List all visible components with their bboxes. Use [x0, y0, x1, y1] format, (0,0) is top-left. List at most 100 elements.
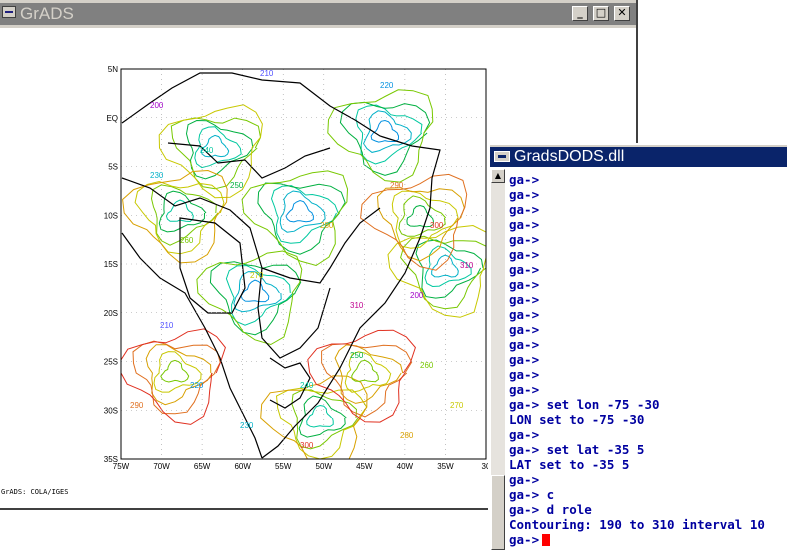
contour-label: 220	[380, 81, 394, 90]
contour-label: 230	[150, 171, 164, 180]
console-line: ga->	[509, 367, 540, 382]
contour-line	[160, 359, 190, 383]
console-line: ga->	[509, 382, 540, 397]
contour-label: 280	[400, 431, 414, 440]
window-icon[interactable]	[2, 6, 16, 18]
console-line: ga->	[509, 292, 540, 307]
x-tick-label: 40W	[397, 462, 414, 471]
contour-label: 260	[420, 361, 434, 370]
console-line: ga->	[509, 277, 540, 292]
minimize-button[interactable]: _	[572, 6, 588, 21]
contour-line	[158, 190, 207, 233]
console-line: LAT set to -35 5	[509, 457, 630, 472]
console-line: ga->	[509, 307, 540, 322]
contour-label: 260	[180, 236, 194, 245]
contour-label: 290	[130, 401, 144, 410]
x-tick-label: 35W	[437, 462, 454, 471]
x-tick-label: 55W	[275, 462, 292, 471]
contour-label: 280	[320, 221, 334, 230]
console-output[interactable]: ga-> ga-> ga-> ga-> ga-> ga-> ga-> ga-> ga-> ga->…	[509, 172, 787, 547]
scroll-up-arrow-icon[interactable]: ▲	[491, 169, 505, 183]
console-line: ga-> set lon -75 -30	[509, 397, 660, 412]
contour-label: 240	[300, 381, 314, 390]
x-tick-label: 50W	[316, 462, 333, 471]
grads-title-bar[interactable]: GrADS _ □ ✕	[0, 3, 636, 25]
contour-label: 200	[410, 291, 424, 300]
console-line: ga-> set lat -35 5	[509, 442, 645, 457]
contour-line	[306, 404, 334, 428]
console-line: ga->	[509, 217, 540, 232]
contour-line	[351, 359, 379, 383]
console-window: GradsDODS.dll ▲ ga-> ga-> ga-> ga-> ga-> ga->…	[488, 143, 787, 550]
contour-line	[370, 119, 400, 143]
contour-line	[363, 110, 412, 153]
console-body[interactable]: ▲ ga-> ga-> ga-> ga-> ga-> ga-> ga-> ga-> ga-> ga…	[490, 167, 787, 550]
console-line: ga->	[509, 232, 540, 247]
console-line: ga->	[509, 262, 540, 277]
x-tick-label: 65W	[194, 462, 211, 471]
contour-label: 270	[250, 271, 264, 280]
contour-line	[145, 344, 213, 406]
contour-line	[360, 173, 468, 271]
contour-label: 200	[150, 101, 164, 110]
contour-label: 300	[300, 441, 314, 450]
y-tick-label: 30S	[104, 406, 118, 415]
console-line: ga->	[509, 352, 540, 367]
contour-label: 230	[240, 421, 254, 430]
contour-line	[132, 340, 221, 415]
text-cursor	[542, 534, 551, 546]
y-tick-label: 20S	[104, 309, 118, 318]
console-line: ga->	[509, 337, 540, 352]
console-prompt-line[interactable]: ga->	[509, 532, 787, 547]
contour-label: 250	[230, 181, 244, 190]
contour-label: 240	[200, 146, 214, 155]
scrollbar-thumb[interactable]	[491, 475, 505, 550]
contour-label: 300	[430, 221, 444, 230]
console-line: ga->	[509, 172, 540, 187]
close-button[interactable]: ✕	[614, 6, 630, 21]
y-tick-label: 10S	[104, 211, 118, 220]
contour-label: 210	[160, 321, 174, 330]
contour-line	[431, 254, 459, 278]
contour-label: 290	[390, 181, 404, 190]
contour-label: 310	[460, 261, 474, 270]
console-line: ga->	[509, 187, 540, 202]
y-tick-label: 15S	[104, 260, 118, 269]
y-tick-label: 5S	[108, 163, 118, 172]
contour-line	[285, 199, 314, 223]
console-line: ga->	[509, 427, 540, 442]
contour-label: 310	[350, 301, 364, 310]
contour-line	[170, 117, 262, 190]
contour-line	[355, 104, 423, 165]
x-tick-label: 60W	[234, 462, 251, 471]
console-scrollbar[interactable]: ▲	[491, 169, 505, 550]
console-line: ga->	[509, 247, 540, 262]
console-prompt: ga->	[509, 532, 540, 547]
console-line: LON set to -75 -30	[509, 412, 645, 427]
maximize-button[interactable]: □	[593, 6, 609, 21]
console-window-title: GradsDODS.dll	[514, 148, 625, 165]
y-tick-label: 5N	[108, 65, 118, 74]
console-window-icon[interactable]	[494, 151, 510, 162]
x-tick-label: 45W	[356, 462, 373, 471]
console-line: ga-> c	[509, 487, 555, 502]
contour-label: 250	[350, 351, 364, 360]
contour-label: 210	[260, 69, 274, 78]
contour-line	[240, 279, 270, 303]
y-tick-label: 25S	[104, 358, 118, 367]
y-tick-label: EQ	[106, 114, 118, 123]
console-line: ga->	[509, 322, 540, 337]
contour-label: 270	[450, 401, 464, 410]
console-title-bar[interactable]: GradsDODS.dll	[490, 147, 787, 167]
x-tick-label: 70W	[153, 462, 170, 471]
console-line: ga->	[509, 472, 540, 487]
grads-credit-text: GrADS: COLA/IGES	[1, 488, 69, 496]
contour-label: 220	[190, 381, 204, 390]
contour-line	[334, 344, 404, 404]
contour-line	[279, 190, 326, 233]
console-line: ga-> d role	[509, 502, 592, 517]
console-line: ga->	[509, 202, 540, 217]
console-line: Contouring: 190 to 310 interval 10	[509, 517, 765, 532]
contour-line	[241, 170, 349, 267]
grads-window-title: GrADS	[20, 4, 74, 23]
